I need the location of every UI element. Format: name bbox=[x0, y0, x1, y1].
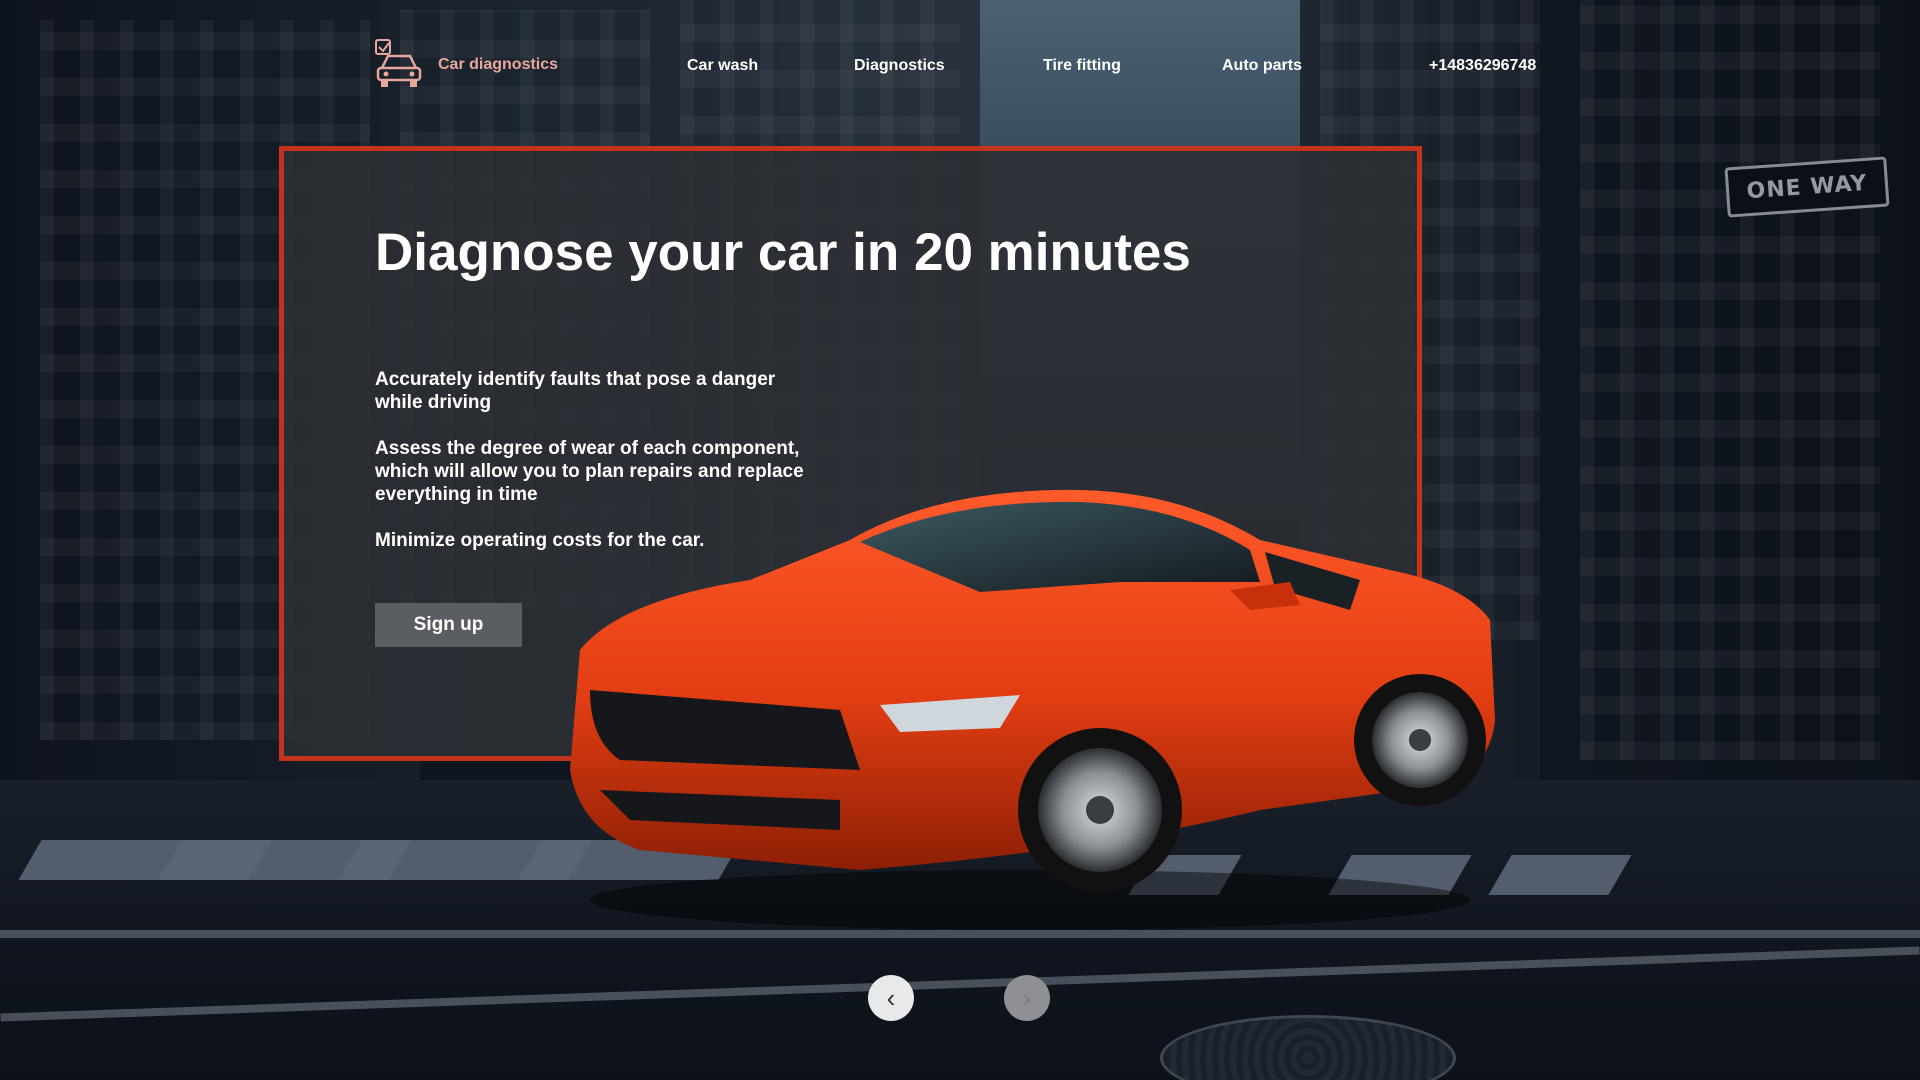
nav-phone[interactable]: +14836296748 bbox=[1429, 57, 1536, 75]
top-nav: Car diagnostics Car wash Diagnostics Tir… bbox=[0, 0, 1920, 130]
nav-auto-parts[interactable]: Auto parts bbox=[1222, 57, 1302, 75]
red-sports-car-image bbox=[560, 470, 1500, 930]
chevron-left-icon: ‹ bbox=[886, 982, 896, 1013]
carousel-prev-button[interactable]: ‹ bbox=[868, 975, 914, 1021]
sign-up-button[interactable]: Sign up bbox=[375, 603, 522, 647]
carousel-next-button[interactable]: › bbox=[1004, 975, 1050, 1021]
brand-name: Car diagnostics bbox=[438, 56, 559, 73]
car-check-icon bbox=[374, 38, 424, 95]
nav-car-wash[interactable]: Car wash bbox=[687, 57, 758, 75]
hero-title: Diagnose your car in 20 minutes bbox=[375, 223, 1191, 282]
hero-bullet: Accurately identify faults that pose a d… bbox=[375, 369, 776, 413]
nav-tire-fitting[interactable]: Tire fitting bbox=[1043, 57, 1121, 75]
nav-diagnostics[interactable]: Diagnostics bbox=[854, 57, 945, 75]
chevron-right-icon: › bbox=[1022, 982, 1032, 1013]
brand-logo[interactable]: Car diagnostics bbox=[374, 38, 558, 95]
